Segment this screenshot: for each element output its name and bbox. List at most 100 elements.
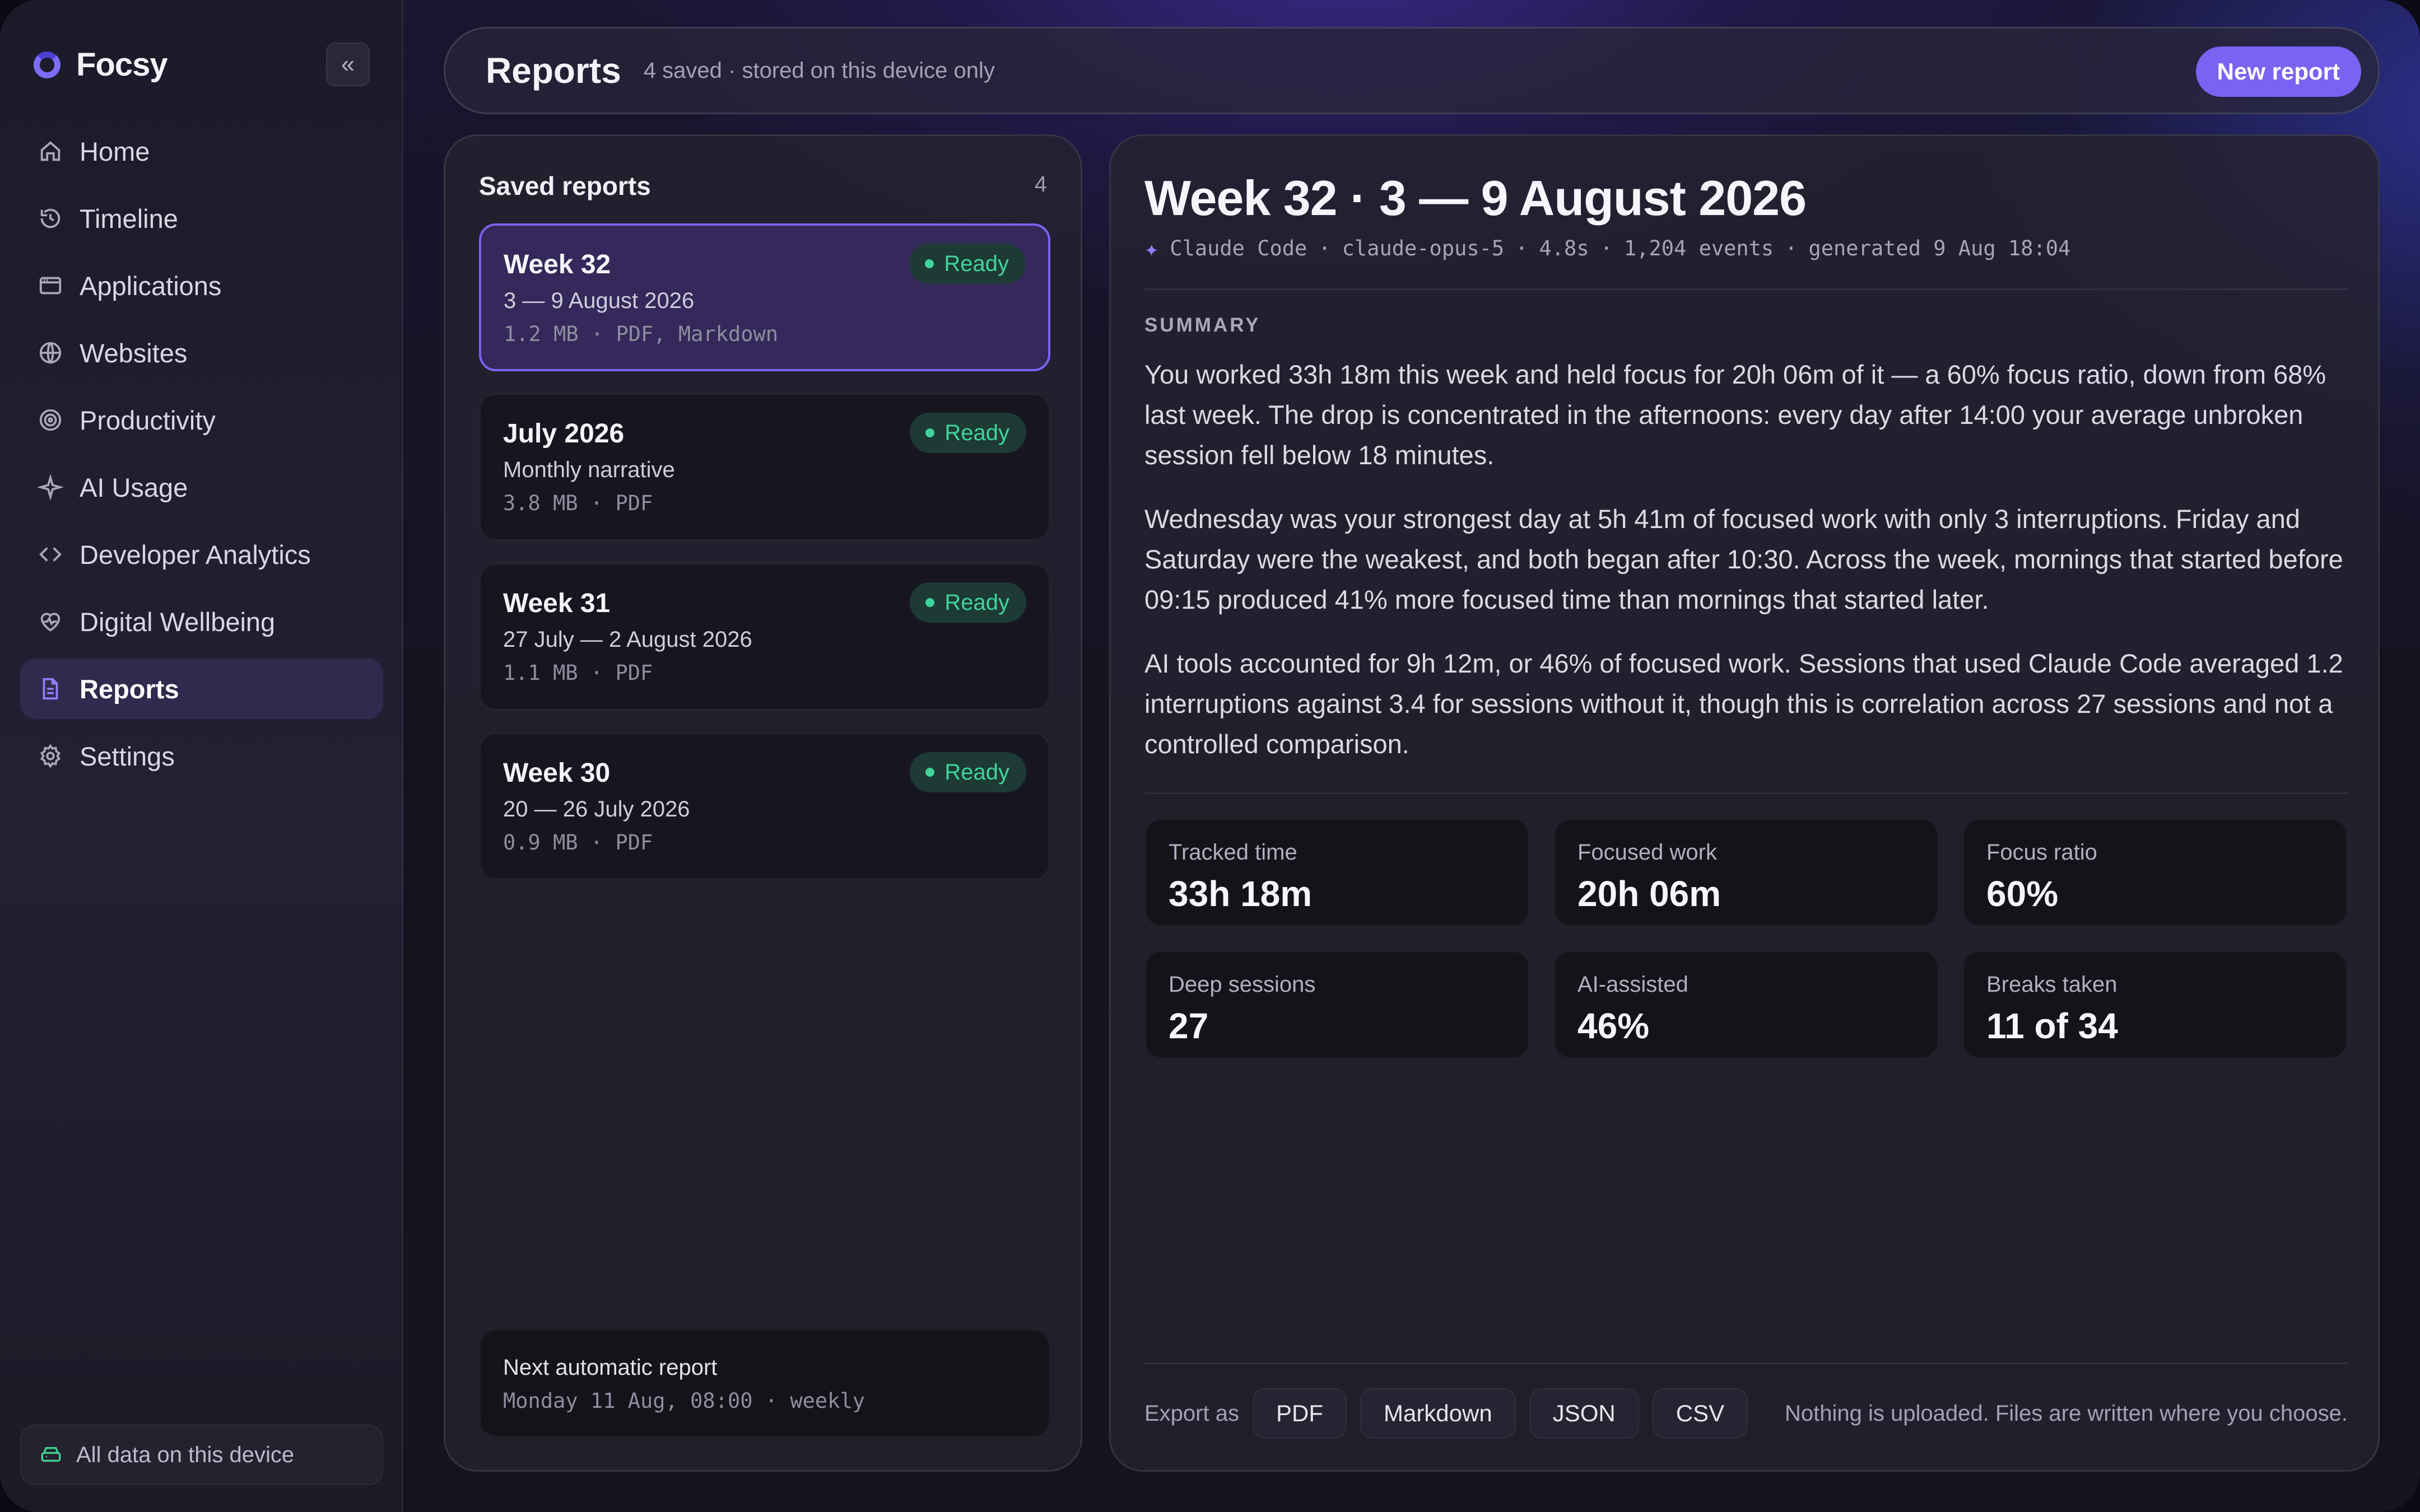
export-toolbar: Export as PDF Markdown JSON CSV Nothing … (1144, 1388, 2348, 1439)
app-name: Focsy (76, 46, 168, 83)
export-markdown-button[interactable]: Markdown (1360, 1388, 1516, 1439)
next-automatic-report: Next automatic report Monday 11 Aug, 08:… (479, 1329, 1050, 1438)
next-report-schedule: Monday 11 Aug, 08:00 · weekly (503, 1389, 865, 1413)
sidebar-item-label: Timeline (80, 203, 178, 234)
sidebar-item-timeline[interactable]: Timeline (20, 188, 383, 249)
local-data-indicator: All data on this device (20, 1425, 383, 1485)
sidebar-item-label: Applications (80, 270, 222, 301)
status-label: Ready (944, 251, 1009, 276)
sidebar-item-home[interactable]: Home (20, 121, 383, 181)
status-dot-icon (925, 259, 934, 268)
report-card-week-30[interactable]: Week 30 20 — 26 July 2026 0.9 MB · PDF R… (479, 732, 1050, 880)
stat-label: Focus ratio (1986, 840, 2097, 865)
sidebar-item-label: Developer Analytics (80, 539, 311, 570)
report-title: Week 32 · 3 — 9 August 2026 (1144, 170, 1807, 226)
report-card-meta: 1.1 MB · PDF (503, 661, 653, 685)
meta-generated: generated 9 Aug 18:04 (1808, 236, 2071, 260)
report-card-title: Week 30 (503, 758, 611, 788)
export-label: Export as (1144, 1401, 1239, 1426)
gear-icon (37, 743, 64, 769)
stat-value: 60% (1986, 874, 2059, 914)
stat-label: AI-assisted (1577, 972, 1688, 997)
report-card-meta: 3.8 MB · PDF (503, 491, 653, 515)
sidebar-item-applications[interactable]: Applications (20, 255, 383, 316)
window-icon (37, 272, 64, 299)
sidebar-item-reports[interactable]: Reports (20, 659, 383, 719)
status-dot-icon (925, 768, 935, 777)
focsy-logo-icon (34, 51, 61, 78)
status-label: Ready (944, 590, 1009, 615)
divider (1144, 792, 2348, 794)
home-icon (37, 138, 64, 165)
export-json-button[interactable]: JSON (1529, 1388, 1639, 1439)
status-badge: Ready (910, 752, 1026, 792)
sidebar-item-label: Productivity (80, 405, 216, 435)
sidebar-item-productivity[interactable]: Productivity (20, 390, 383, 450)
stat-card-deep-sessions: Deep sessions 27 (1144, 950, 1530, 1059)
stat-card-focused-work: Focused work 20h 06m (1553, 818, 1939, 927)
drive-icon (41, 1447, 61, 1462)
report-card-meta: 1.2 MB · PDF, Markdown (504, 322, 779, 346)
report-card-title: Week 31 (503, 589, 611, 618)
sidebar-nav: Home Timeline Applications Websites Prod… (20, 121, 383, 793)
report-card-july-2026[interactable]: July 2026 Monthly narrative 3.8 MB · PDF… (479, 393, 1050, 541)
sidebar: Focsy « Home Timeline Applications Websi… (0, 0, 403, 1512)
report-card-title: Week 32 (504, 250, 611, 279)
report-card-week-32[interactable]: Week 32 3 — 9 August 2026 1.2 MB · PDF, … (479, 223, 1050, 371)
stat-label: Deep sessions (1169, 972, 1316, 997)
export-csv-button[interactable]: CSV (1652, 1388, 1748, 1439)
stat-card-ai-assisted: AI-assisted 46% (1553, 950, 1939, 1059)
sidebar-item-ai-usage[interactable]: AI Usage (20, 457, 383, 517)
sidebar-item-developer-analytics[interactable]: Developer Analytics (20, 524, 383, 585)
stat-value: 11 of 34 (1986, 1006, 2118, 1046)
sidebar-item-label: Home (80, 136, 150, 166)
summary-heading: SUMMARY (1144, 314, 1261, 336)
sidebar-item-label: Settings (80, 741, 175, 771)
summary-paragraph: You worked 33h 18m this week and held fo… (1144, 360, 2326, 470)
meta-tool: Claude Code (1170, 236, 1307, 260)
divider (1144, 1362, 2348, 1364)
app-window: Focsy « Home Timeline Applications Websi… (0, 0, 2420, 1512)
status-label: Ready (944, 420, 1009, 445)
status-badge: Ready (909, 244, 1026, 284)
sidebar-item-settings[interactable]: Settings (20, 726, 383, 786)
report-card-week-31[interactable]: Week 31 27 July — 2 August 2026 1.1 MB ·… (479, 563, 1050, 711)
sidebar-item-label: Websites (80, 338, 188, 368)
saved-reports-count: 4 (1034, 172, 1047, 197)
report-card-subtitle: 20 — 26 July 2026 (503, 797, 690, 822)
stats-grid: Tracked time 33h 18m Focused work 20h 06… (1144, 818, 2348, 1059)
stat-label: Focused work (1577, 840, 1717, 865)
export-privacy-note: Nothing is uploaded. Files are written w… (1785, 1401, 2348, 1426)
report-card-subtitle: 27 July — 2 August 2026 (503, 627, 752, 652)
summary-paragraph: AI tools accounted for 9h 12m, or 46% of… (1144, 648, 2343, 759)
sidebar-item-websites[interactable]: Websites (20, 323, 383, 383)
summary-paragraph: Wednesday was your strongest day at 5h 4… (1144, 504, 2343, 614)
report-card-title: July 2026 (503, 419, 625, 449)
page-title: Reports (486, 50, 621, 91)
report-card-subtitle: 3 — 9 August 2026 (504, 288, 695, 313)
stat-card-tracked-time: Tracked time 33h 18m (1144, 818, 1530, 927)
page-subtitle: 4 saved · stored on this device only (643, 58, 995, 83)
stat-value: 33h 18m (1169, 874, 1313, 914)
stat-value: 46% (1577, 1006, 1650, 1046)
status-dot-icon (925, 428, 935, 437)
meta-model: claude-opus-5 (1342, 236, 1505, 260)
sparkle-icon (37, 474, 64, 501)
summary-text: You worked 33h 18m this week and held fo… (1144, 354, 2349, 788)
sidebar-item-label: Reports (80, 674, 179, 704)
meta-separator: · (1515, 236, 1528, 260)
collapse-sidebar-button[interactable]: « (326, 43, 370, 86)
export-pdf-button[interactable]: PDF (1252, 1388, 1347, 1439)
sidebar-item-label: AI Usage (80, 472, 188, 502)
stat-card-breaks-taken: Breaks taken 11 of 34 (1962, 950, 2348, 1059)
sparkle-icon: ✦ (1144, 235, 1159, 262)
page-header: Reports 4 saved · stored on this device … (444, 27, 2380, 114)
target-icon (37, 407, 64, 433)
sidebar-item-digital-wellbeing[interactable]: Digital Wellbeing (20, 591, 383, 652)
brand[interactable]: Focsy (34, 46, 168, 83)
meta-separator: · (1318, 236, 1331, 260)
new-report-button[interactable]: New report (2195, 46, 2361, 97)
stat-card-focus-ratio: Focus ratio 60% (1962, 818, 2348, 927)
meta-events: 1,204 events (1623, 236, 1774, 260)
heart-pulse-icon (37, 608, 64, 635)
